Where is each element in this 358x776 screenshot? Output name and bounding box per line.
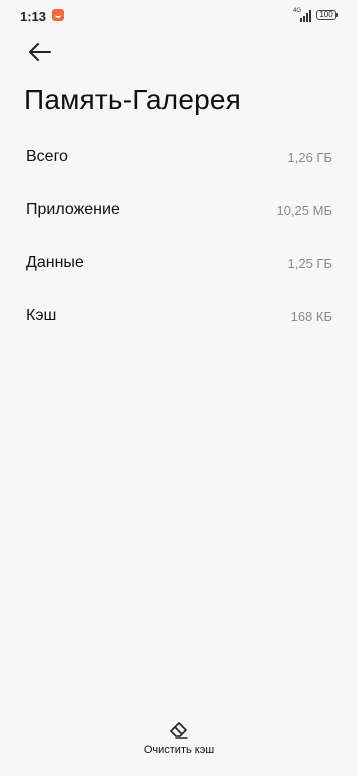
status-bar: 1:13 4G 100: [0, 0, 358, 32]
page-title: Память-Галерея: [24, 84, 242, 115]
storage-list: Всего 1,26 ГБ Приложение 10,25 МБ Данные…: [0, 130, 358, 342]
signal-icon: [300, 10, 311, 22]
row-label: Всего: [26, 148, 68, 165]
storage-row-data: Данные 1,25 ГБ: [0, 236, 358, 289]
row-value: 1,26 ГБ: [287, 150, 332, 165]
row-value: 168 КБ: [290, 309, 332, 324]
status-time: 1:13: [20, 9, 47, 24]
storage-row-total: Всего 1,26 ГБ: [0, 130, 358, 183]
arrow-left-icon: [29, 43, 51, 61]
notification-icon: [52, 9, 64, 21]
row-label: Приложение: [26, 201, 120, 218]
back-button[interactable]: [22, 38, 56, 66]
clear-cache-button[interactable]: Очистить кэш: [120, 718, 238, 764]
eraser-icon: [170, 722, 188, 739]
row-value: 10,25 МБ: [276, 203, 332, 218]
clear-cache-label: Очистить кэш: [143, 744, 215, 756]
row-value: 1,25 ГБ: [287, 256, 332, 271]
battery-icon: 100: [316, 10, 338, 20]
storage-row-cache: Кэш 168 КБ: [0, 289, 358, 342]
app-screen: 1:13 4G 100 Память-Галерея Всего 1,26 ГБ…: [0, 0, 358, 776]
storage-row-app: Приложение 10,25 МБ: [0, 183, 358, 236]
row-label: Кэш: [26, 307, 57, 324]
row-label: Данные: [26, 254, 84, 271]
